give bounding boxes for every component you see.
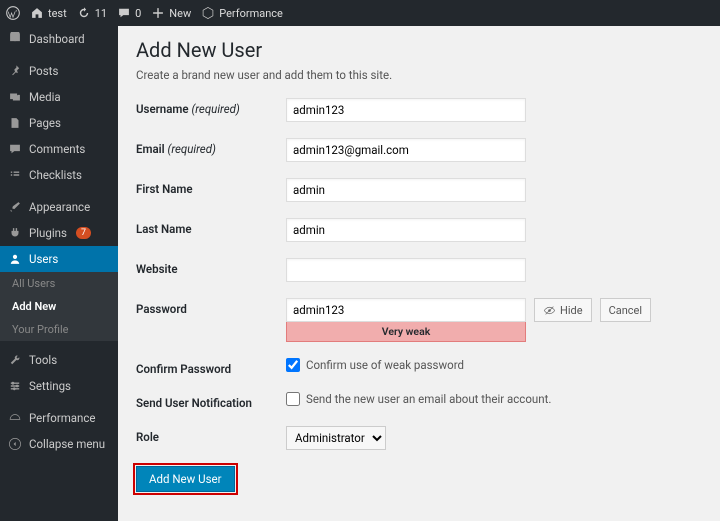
- add-user-button[interactable]: Add New User: [136, 466, 235, 492]
- user-icon: [8, 252, 22, 266]
- new-label: New: [169, 7, 191, 20]
- password-label: Password: [136, 298, 286, 316]
- sidebar-item-plugins[interactable]: Plugins 7: [0, 220, 118, 246]
- sidebar-item-posts[interactable]: Posts: [0, 58, 118, 84]
- website-label: Website: [136, 258, 286, 276]
- submenu-add-new[interactable]: Add New: [0, 295, 118, 318]
- role-select[interactable]: Administrator: [286, 426, 386, 450]
- page-description: Create a brand new user and add them to …: [136, 68, 702, 82]
- confirm-weak-text: Confirm use of weak password: [306, 358, 464, 372]
- updates-link[interactable]: 11: [77, 6, 107, 20]
- comment-icon: [117, 6, 131, 20]
- sliders-icon: [8, 379, 22, 393]
- eye-off-icon: [543, 304, 556, 317]
- checklist-icon: [8, 168, 22, 182]
- sidebar-item-dashboard[interactable]: Dashboard: [0, 26, 118, 52]
- sidebar-item-comments[interactable]: Comments: [0, 136, 118, 162]
- website-input[interactable]: [286, 258, 526, 282]
- lastname-input[interactable]: [286, 218, 526, 242]
- sidebar-label: Appearance: [29, 200, 90, 214]
- main-content: Add New User Create a brand new user and…: [118, 26, 720, 521]
- sidebar-label: Pages: [29, 116, 61, 130]
- sidebar-item-appearance[interactable]: Appearance: [0, 194, 118, 220]
- wp-logo[interactable]: [6, 6, 20, 20]
- sidebar-item-pages[interactable]: Pages: [0, 110, 118, 136]
- collapse-icon: [8, 437, 22, 451]
- cancel-button[interactable]: Cancel: [600, 298, 651, 322]
- dashboard-icon: [8, 32, 22, 46]
- sidebar-label: Tools: [29, 353, 57, 367]
- cube-icon: [201, 6, 215, 20]
- password-strength: Very weak: [286, 322, 526, 342]
- sidebar-label: Plugins: [29, 226, 67, 240]
- confirm-weak-checkbox[interactable]: [286, 358, 300, 372]
- sidebar-label: Checklists: [29, 168, 82, 182]
- wordpress-icon: [6, 6, 20, 20]
- notification-text: Send the new user an email about their a…: [306, 392, 551, 406]
- sidebar-item-media[interactable]: Media: [0, 84, 118, 110]
- username-input[interactable]: [286, 98, 526, 122]
- sidebar-collapse[interactable]: Collapse menu: [0, 431, 118, 457]
- page-icon: [8, 116, 22, 130]
- notification-label: Send User Notification: [136, 392, 286, 410]
- comments-link[interactable]: 0: [117, 6, 141, 20]
- submenu-profile[interactable]: Your Profile: [0, 318, 118, 341]
- sidebar-label: Users: [29, 252, 58, 266]
- sidebar-item-settings[interactable]: Settings: [0, 373, 118, 399]
- sidebar-label: Collapse menu: [29, 437, 105, 451]
- admin-sidebar: Dashboard Posts Media Pages Comments Che…: [0, 26, 118, 521]
- hide-button[interactable]: Hide: [534, 298, 592, 322]
- performance-label: Performance: [219, 7, 283, 20]
- firstname-input[interactable]: [286, 178, 526, 202]
- role-label: Role: [136, 426, 286, 444]
- media-icon: [8, 90, 22, 104]
- comment-icon: [8, 142, 22, 156]
- plugins-badge: 7: [76, 227, 91, 239]
- site-link[interactable]: test: [30, 6, 67, 20]
- refresh-icon: [77, 6, 91, 20]
- sidebar-label: Media: [29, 90, 61, 104]
- sidebar-label: Comments: [29, 142, 85, 156]
- notification-checkbox[interactable]: [286, 392, 300, 406]
- wrench-icon: [8, 353, 22, 367]
- page-title: Add New User: [136, 38, 702, 62]
- gauge-icon: [8, 411, 22, 425]
- comments-count: 0: [135, 7, 141, 20]
- sidebar-label: Settings: [29, 379, 71, 393]
- sidebar-label: Posts: [29, 64, 58, 78]
- brush-icon: [8, 200, 22, 214]
- lastname-label: Last Name: [136, 218, 286, 236]
- sidebar-label: Dashboard: [29, 32, 85, 46]
- plus-icon: [151, 6, 165, 20]
- admin-toolbar: test 11 0 New Performance: [0, 0, 720, 26]
- password-input[interactable]: [286, 298, 526, 322]
- site-name: test: [48, 7, 67, 20]
- email-input[interactable]: [286, 138, 526, 162]
- sidebar-item-users[interactable]: Users: [0, 246, 118, 272]
- home-icon: [30, 6, 44, 20]
- email-label: Email (required): [136, 138, 286, 156]
- new-link[interactable]: New: [151, 6, 191, 20]
- sidebar-item-checklists[interactable]: Checklists: [0, 162, 118, 188]
- firstname-label: First Name: [136, 178, 286, 196]
- submenu-all-users[interactable]: All Users: [0, 272, 118, 295]
- username-label: Username (required): [136, 98, 286, 116]
- sidebar-item-performance[interactable]: Performance: [0, 405, 118, 431]
- updates-count: 11: [95, 7, 107, 20]
- performance-link[interactable]: Performance: [201, 6, 283, 20]
- confirm-password-label: Confirm Password: [136, 358, 286, 376]
- sidebar-label: Performance: [29, 411, 96, 425]
- pin-icon: [8, 64, 22, 78]
- sidebar-item-tools[interactable]: Tools: [0, 347, 118, 373]
- plug-icon: [8, 226, 22, 240]
